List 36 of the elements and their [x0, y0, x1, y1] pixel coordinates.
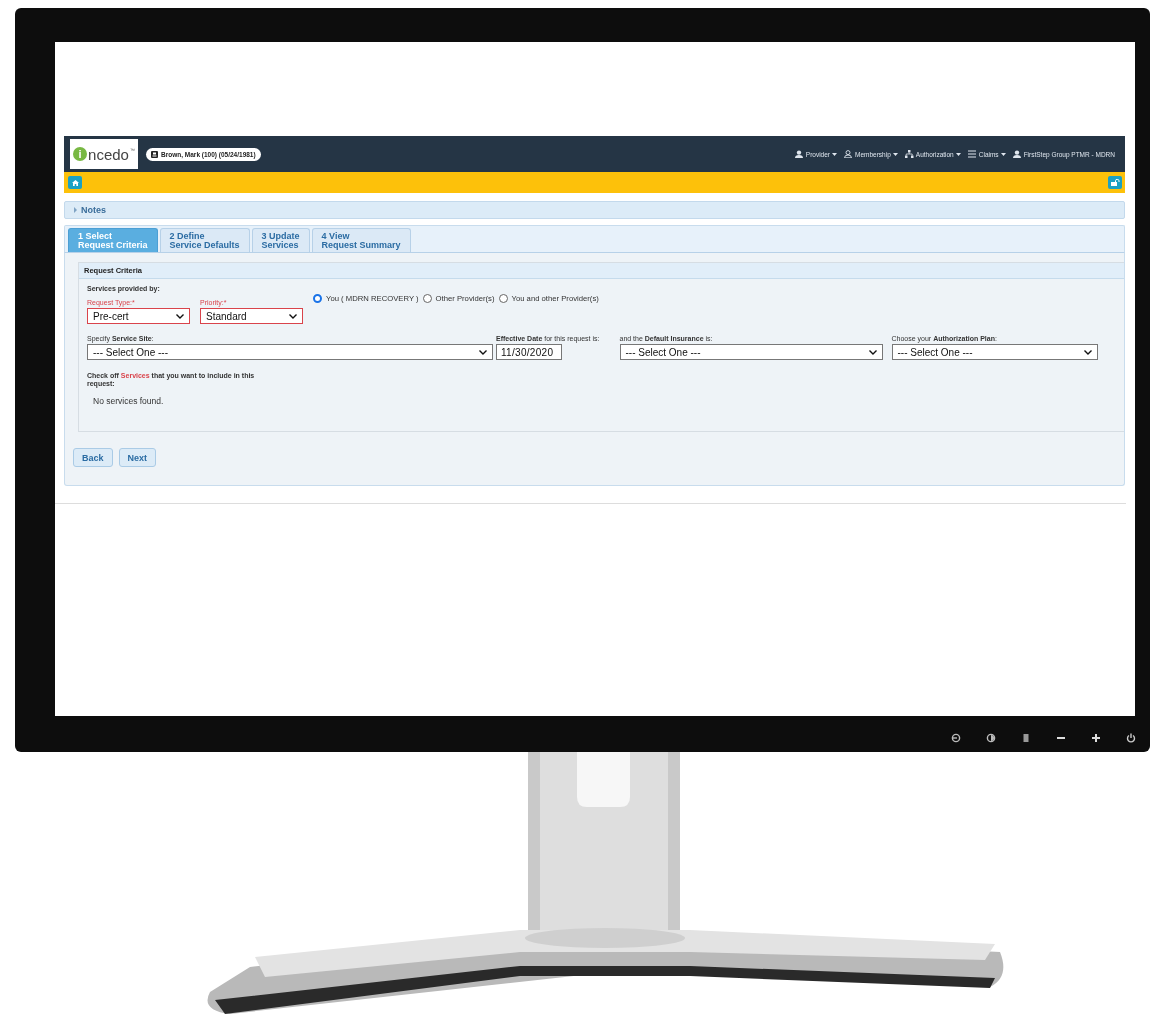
dropdown[interactable]: Standard [200, 308, 303, 324]
step-tab[interactable]: 3 Update Services [251, 228, 310, 252]
radio-button[interactable] [498, 294, 508, 303]
chevron-down-icon [868, 349, 877, 355]
radio-button[interactable] [313, 294, 322, 303]
power-icon[interactable] [1126, 733, 1136, 743]
chevron-down-icon [1083, 349, 1092, 355]
notes-bar[interactable]: Notes [64, 201, 1125, 219]
unlock-button[interactable] [1108, 176, 1122, 189]
input-icon[interactable] [951, 733, 961, 743]
chevron-down-icon [176, 313, 184, 319]
step-tab[interactable]: 4 View Request Summary [311, 228, 411, 252]
person-icon [794, 150, 804, 158]
nav-button[interactable]: Next [118, 448, 157, 467]
person-icon [1012, 150, 1022, 158]
dropdown[interactable]: Pre-cert [87, 308, 190, 324]
chevron-down-icon [479, 349, 487, 355]
dropdown[interactable]: --- Select One --- [619, 344, 883, 360]
home-icon [71, 179, 79, 186]
list-icon [967, 150, 977, 158]
rectangle-icon[interactable] [1021, 733, 1031, 743]
chevron-down-icon [289, 313, 297, 319]
step-tab[interactable]: 2 Define Service Defaults [159, 228, 250, 252]
home-button[interactable] [68, 176, 82, 189]
person-outline-icon [844, 150, 854, 158]
unlock-icon [1110, 179, 1120, 186]
sitemap-icon [904, 150, 914, 158]
contrast-icon[interactable] [986, 733, 996, 743]
nav-button[interactable]: Back [73, 448, 113, 467]
dropdown[interactable]: --- Select One --- [87, 344, 493, 360]
empty-message: No services found. [93, 396, 165, 406]
radio-button[interactable] [422, 294, 432, 303]
id-card-icon [151, 150, 158, 158]
date-field[interactable]: 11/30/2020 [496, 344, 562, 360]
dropdown[interactable]: --- Select One --- [891, 344, 1098, 360]
plus-icon[interactable] [1091, 733, 1101, 743]
